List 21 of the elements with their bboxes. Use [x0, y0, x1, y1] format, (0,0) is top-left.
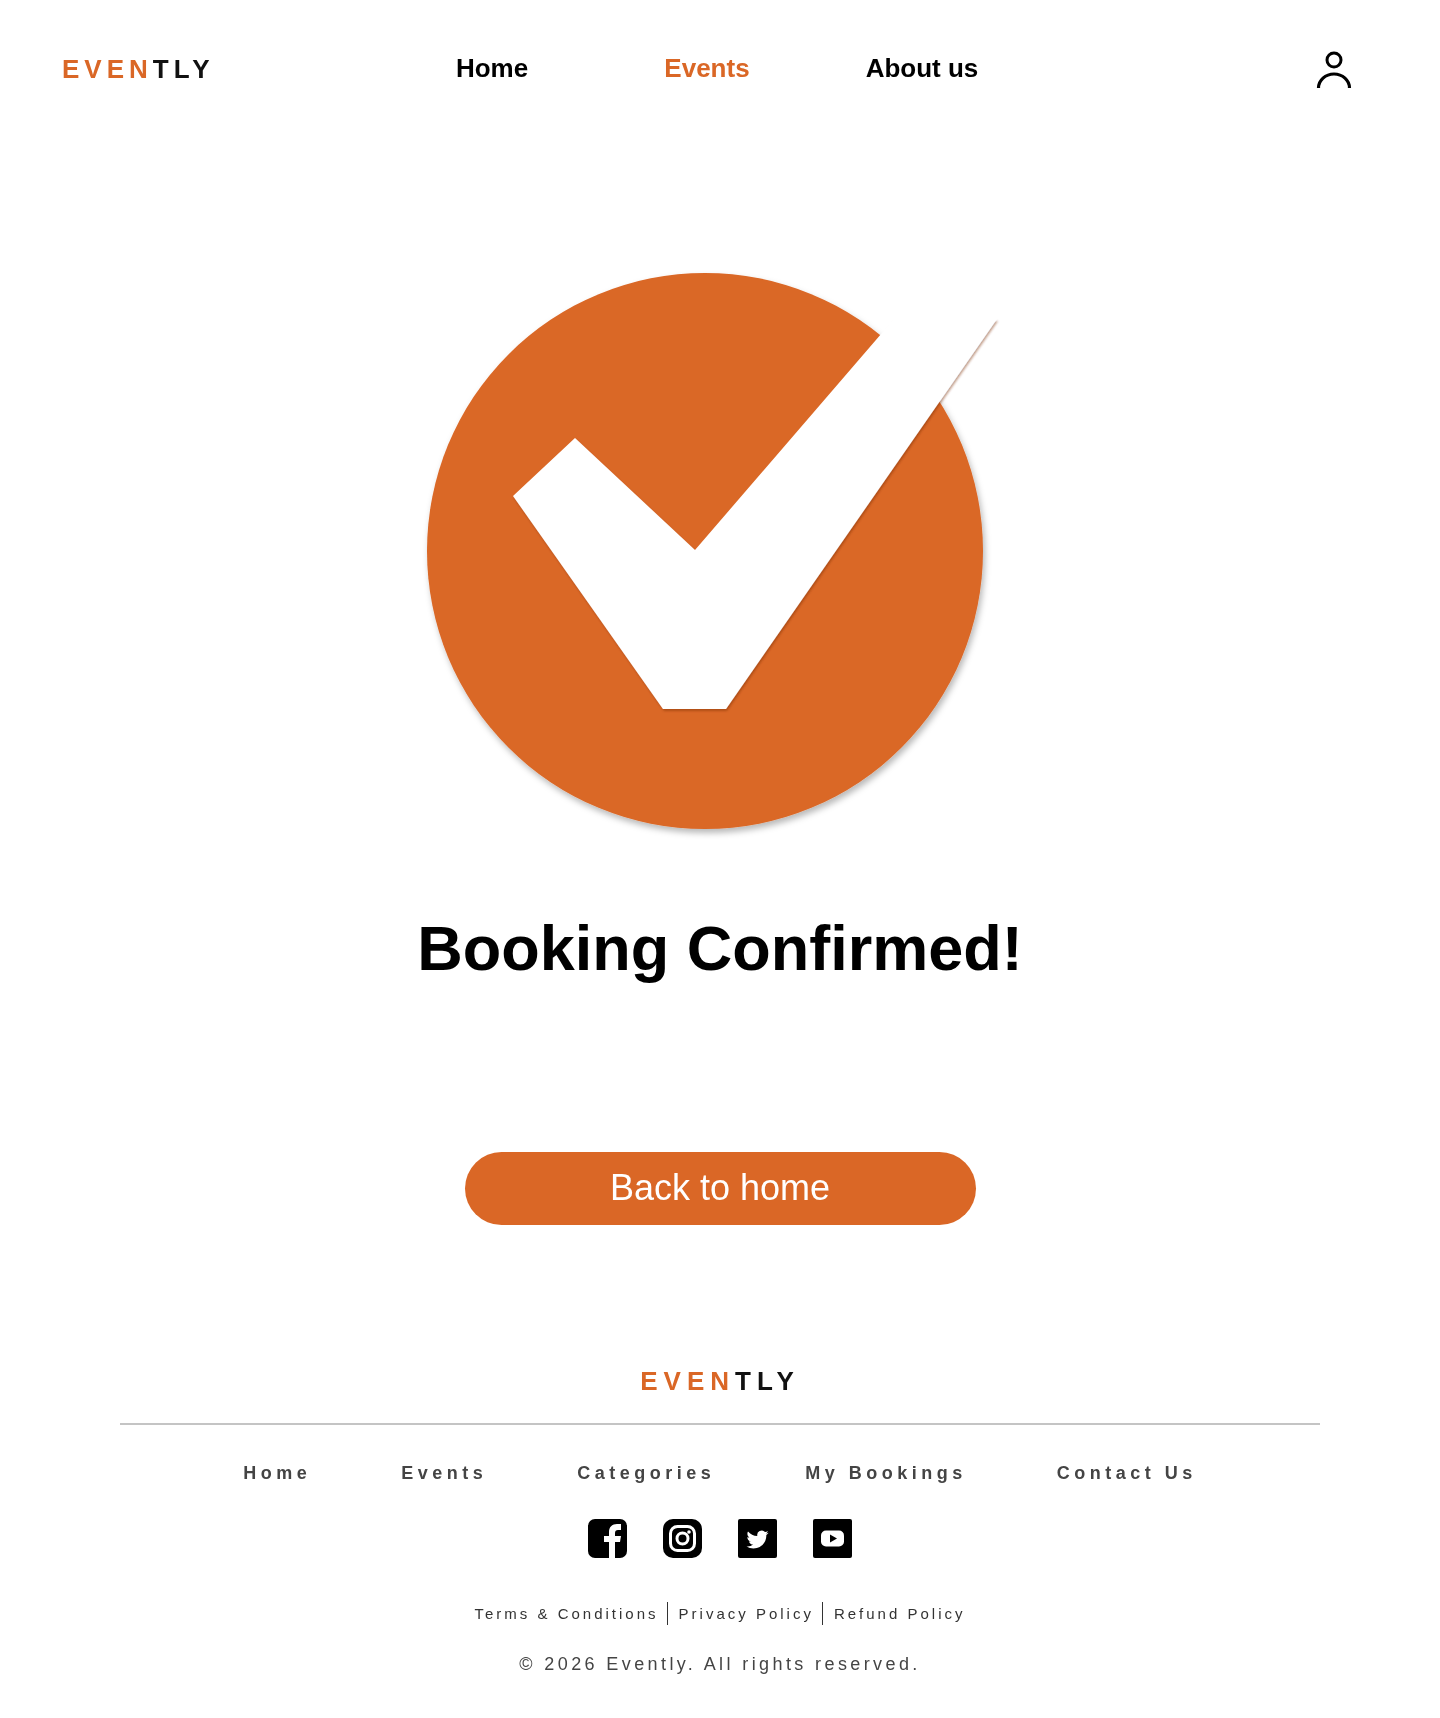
legal-link[interactable]: Privacy Policy	[678, 1601, 814, 1625]
facebook-icon[interactable]	[588, 1518, 627, 1558]
confirmation-title: Booking Confirmed!	[417, 912, 1023, 985]
footer-link[interactable]: Categories	[577, 1461, 716, 1485]
nav-link[interactable]: Events	[664, 53, 750, 85]
footer-link[interactable]: Contact Us	[1056, 1461, 1197, 1485]
user-icon[interactable]	[1316, 50, 1352, 88]
back-home-button[interactable]: Back to home	[464, 1151, 976, 1225]
instagram-icon[interactable]	[663, 1518, 702, 1558]
footer-logo: EVEN TLY	[640, 1367, 800, 1394]
legal-link[interactable]: Refund Policy	[833, 1601, 966, 1625]
youtube-icon[interactable]	[813, 1518, 852, 1558]
logo[interactable]: EVEN TLY	[62, 56, 215, 82]
nav-link[interactable]: About us	[865, 53, 979, 85]
footer-link[interactable]: My Bookings	[805, 1461, 967, 1485]
footer-link[interactable]: Home	[243, 1461, 312, 1485]
nav-link[interactable]: Home	[455, 53, 529, 85]
copyright-text: © 2026 Evently. All rights reserved.	[519, 1652, 921, 1676]
twitter-icon[interactable]	[738, 1518, 777, 1558]
footer-link[interactable]: Events	[401, 1461, 488, 1485]
legal-link[interactable]: Terms & Conditions	[474, 1601, 659, 1625]
